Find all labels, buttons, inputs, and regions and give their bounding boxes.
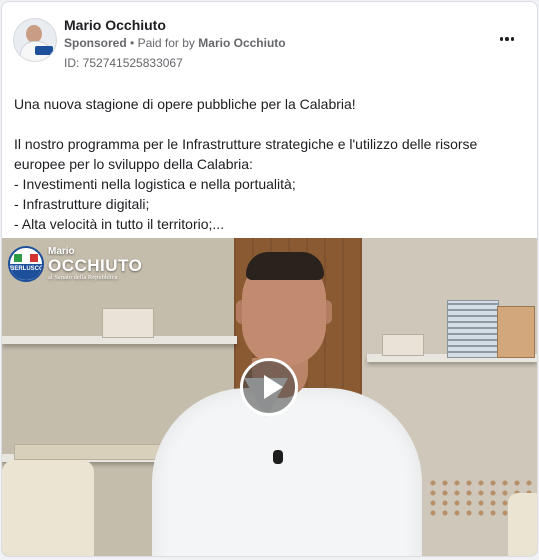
- party-logo-text: BERLUSCONI: [10, 266, 44, 272]
- post-line: - Infrastrutture digitali;: [14, 196, 150, 212]
- chair: [508, 493, 537, 556]
- post-line: Una nuova stagione di opere pubbliche pe…: [14, 96, 356, 112]
- play-button[interactable]: [240, 358, 298, 416]
- party-logo: BERLUSCONI: [8, 246, 44, 282]
- paid-for-prefix: Paid for by: [137, 36, 195, 50]
- more-options-icon: [499, 37, 504, 41]
- paid-for-name: Mario Occhiuto: [198, 36, 286, 50]
- meta-separator: •: [130, 36, 135, 50]
- logo-subtitle: al Senato della Repubblica: [48, 274, 118, 281]
- play-icon: [264, 375, 283, 399]
- ad-id: ID: 752741525833067: [64, 56, 183, 70]
- post-line: europee per lo sviluppo della Calabria:: [14, 156, 253, 172]
- more-options-button[interactable]: [495, 30, 519, 50]
- post-line: - Investimenti nella logistica e nella p…: [14, 176, 296, 192]
- architecture-model: [497, 306, 535, 358]
- sponsored-line: Sponsored • Paid for by Mario Occhiuto: [64, 36, 286, 50]
- post-line: Il nostro programma per le Infrastruttur…: [14, 136, 478, 152]
- lapel-microphone: [273, 450, 283, 464]
- post-body: Una nuova stagione di opere pubbliche pe…: [14, 94, 524, 234]
- author-name[interactable]: Mario Occhiuto: [64, 17, 166, 33]
- architecture-model: [447, 300, 499, 358]
- more-options-icon-dot: [510, 37, 515, 41]
- post-line-gap: [14, 114, 524, 134]
- candidate-logo: Mario OCCHIUTO al Senato della Repubblic…: [48, 246, 142, 282]
- sponsored-label: Sponsored: [64, 36, 127, 50]
- architecture-model: [382, 334, 424, 356]
- speaker-hair: [246, 252, 324, 280]
- logo-last-name: OCCHIUTO: [48, 256, 143, 275]
- avatar-party-badge: [35, 46, 53, 55]
- more-options-icon-dot: [505, 37, 509, 41]
- architecture-model: [102, 308, 154, 338]
- post-header: Mario Occhiuto Sponsored • Paid for by M…: [2, 2, 537, 82]
- video-player[interactable]: BERLUSCONI Mario OCCHIUTO al Senato dell…: [2, 238, 537, 556]
- ad-card: Mario Occhiuto Sponsored • Paid for by M…: [1, 1, 538, 557]
- party-logo-flag: [14, 254, 38, 262]
- profile-avatar[interactable]: [13, 18, 57, 62]
- chair: [2, 460, 94, 556]
- post-line: - Alta velocità in tutto il territorio;.…: [14, 216, 225, 232]
- architecture-model: [14, 444, 166, 460]
